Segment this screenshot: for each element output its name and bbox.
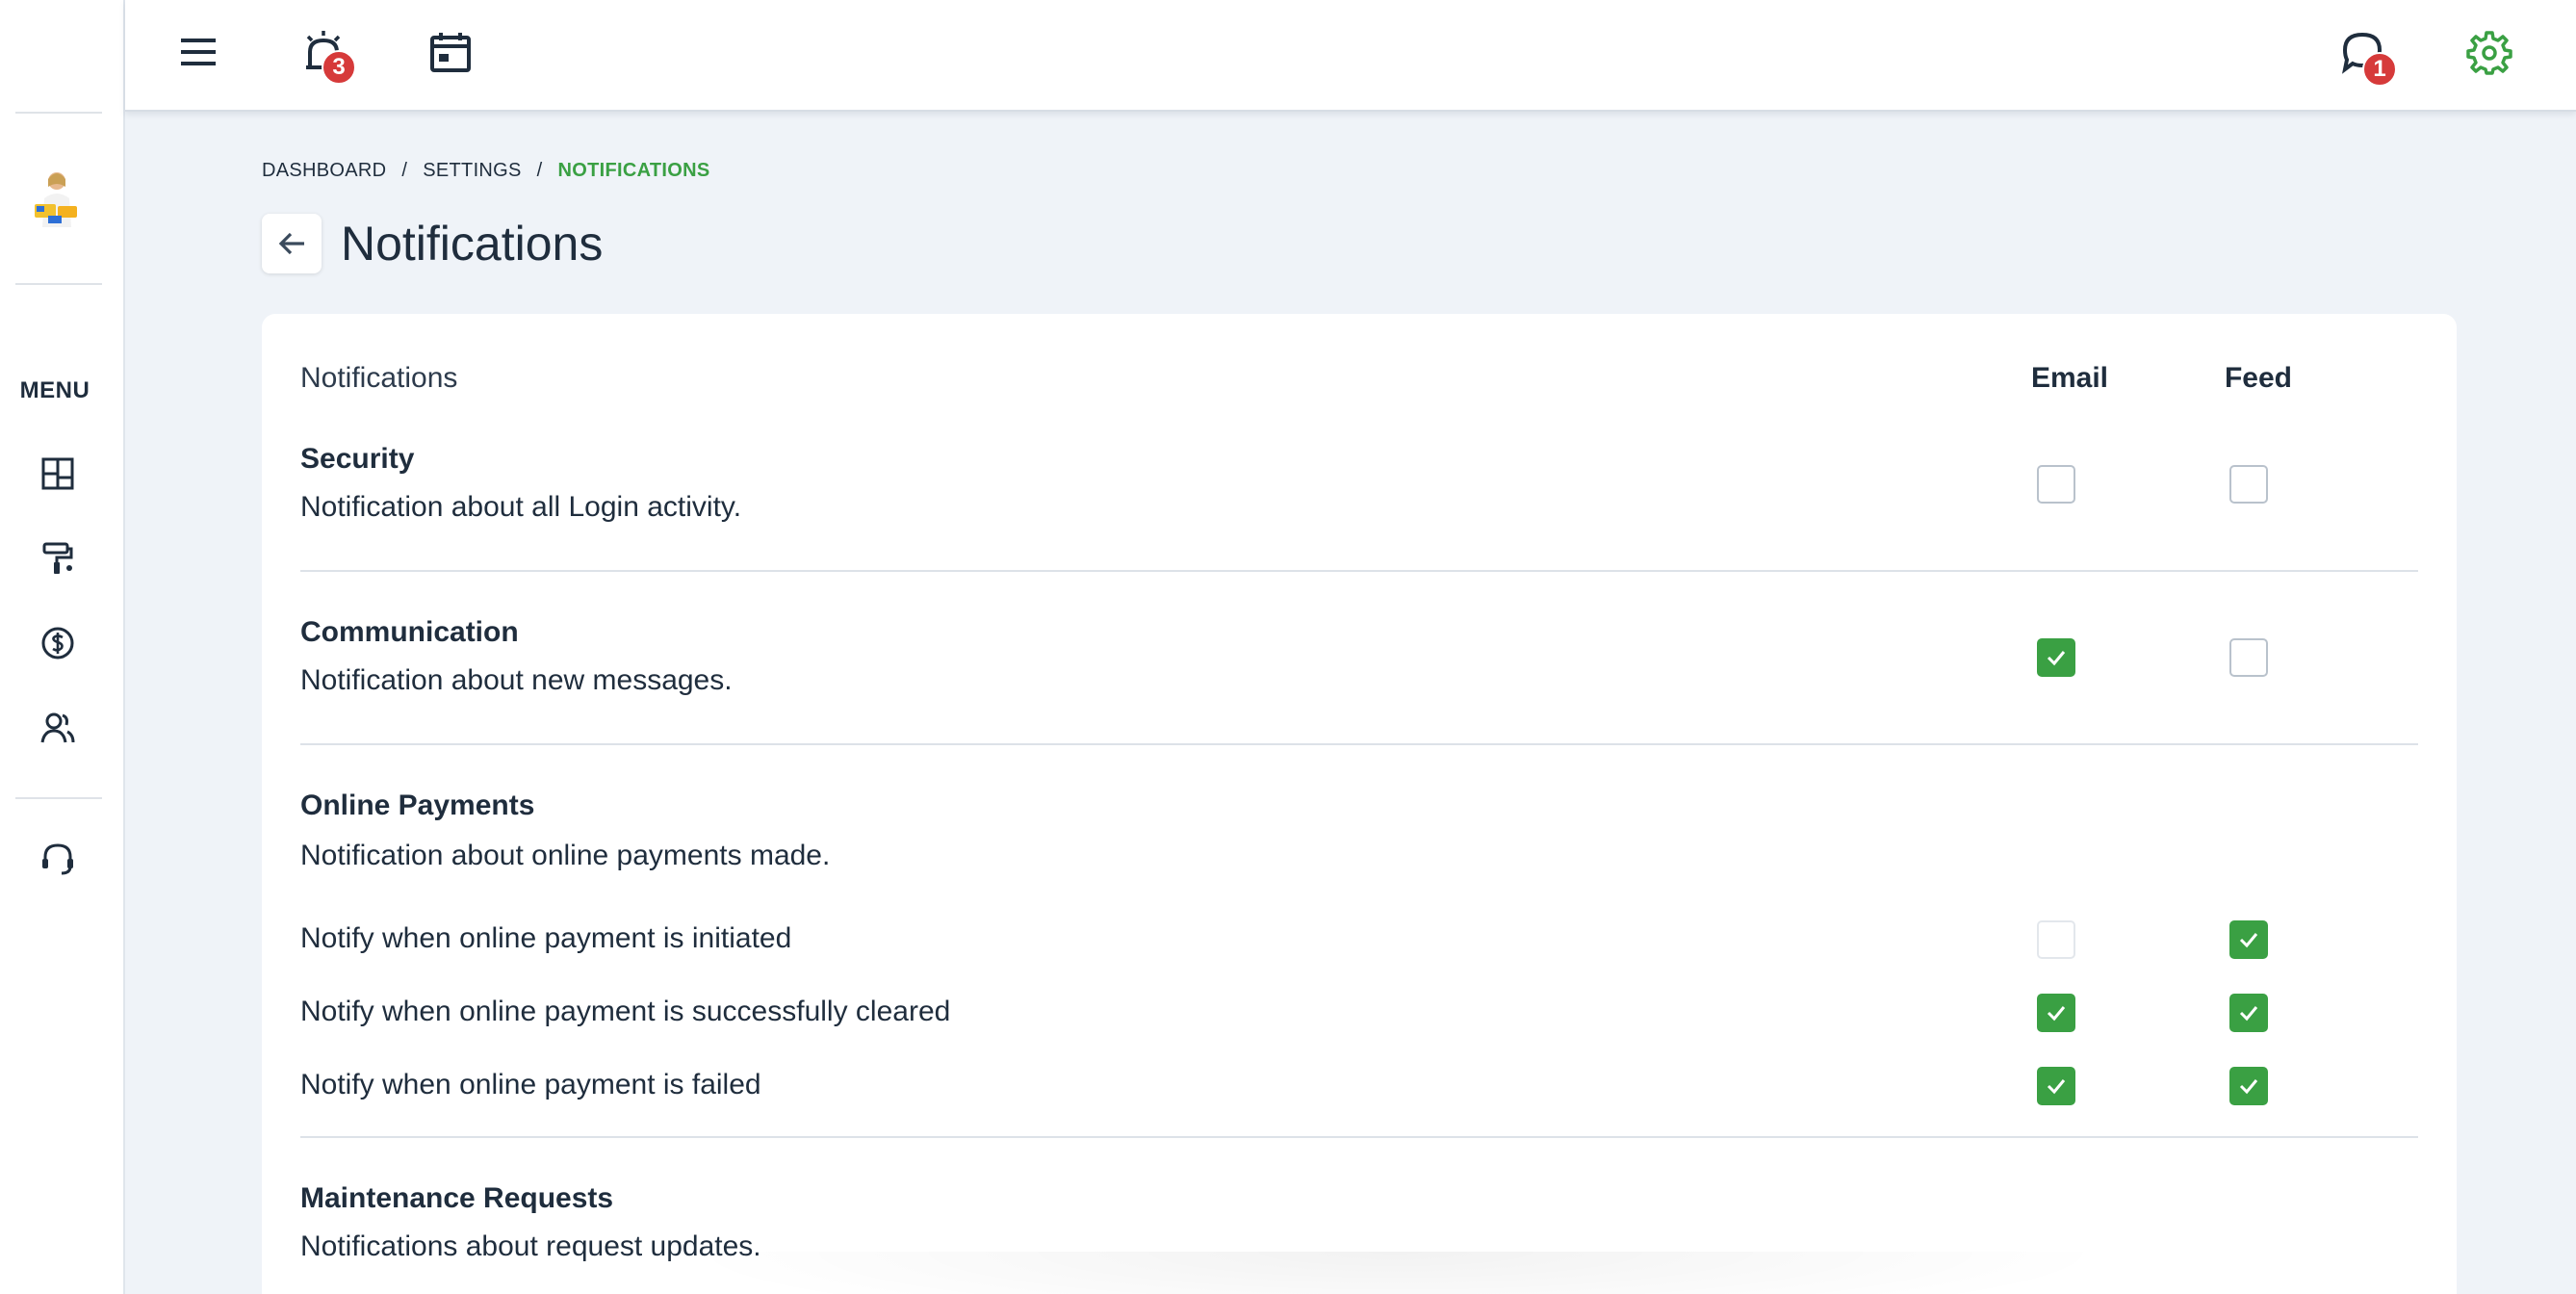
breadcrumb-separator: / <box>536 160 543 181</box>
check-icon <box>2047 651 2066 666</box>
breadcrumb-settings[interactable]: SETTINGS <box>423 160 521 182</box>
group-desc-security: Notification about all Login activity. <box>300 491 742 523</box>
sidebar-divider <box>15 797 102 799</box>
column-header-email: Email <box>2030 362 2109 394</box>
check-icon <box>2239 933 2258 948</box>
top-bar: 3 1 <box>125 0 2576 112</box>
page-title: Notifications <box>341 217 604 271</box>
dashboard-icon <box>41 457 74 490</box>
payment-initiated-email-checkbox[interactable] <box>2037 920 2075 959</box>
sidebar-item-paint[interactable] <box>37 537 79 580</box>
dollar-icon <box>41 627 74 660</box>
breadcrumb: DASHBOARD / SETTINGS / NOTIFICATIONS <box>262 160 710 182</box>
notifications-card: Notifications Email Feed Security Notifi… <box>262 314 2457 1294</box>
paint-roller-icon <box>42 542 73 574</box>
hamburger-icon <box>181 39 216 65</box>
communication-feed-checkbox[interactable] <box>2229 638 2268 677</box>
group-title-security: Security <box>300 443 415 475</box>
payment-failed-feed-checkbox[interactable] <box>2229 1067 2268 1105</box>
calendar-icon <box>430 33 471 72</box>
payment-cleared-label: Notify when online payment is successful… <box>300 996 951 1027</box>
security-feed-checkbox[interactable] <box>2229 465 2268 504</box>
group-desc-online-payments: Notification about online payments made. <box>300 840 831 871</box>
headset-icon <box>42 843 73 875</box>
sidebar-divider <box>15 112 102 114</box>
row-divider <box>300 743 2418 745</box>
calendar-button[interactable] <box>424 25 477 79</box>
column-header-notifications: Notifications <box>300 362 458 394</box>
group-title-maintenance-requests: Maintenance Requests <box>300 1182 614 1214</box>
sidebar-item-users[interactable] <box>37 707 79 749</box>
sidebar: MENU <box>0 0 125 1294</box>
communication-email-checkbox[interactable] <box>2037 638 2075 677</box>
back-button[interactable] <box>262 214 322 273</box>
arrow-left-icon <box>278 232 304 255</box>
sidebar-item-dashboard[interactable] <box>37 453 79 495</box>
column-header-feed: Feed <box>2224 362 2293 394</box>
row-divider <box>300 1136 2418 1138</box>
gear-icon <box>2466 31 2512 75</box>
check-icon <box>2047 1006 2066 1022</box>
check-icon <box>2239 1079 2258 1095</box>
row-divider <box>300 570 2418 572</box>
breadcrumb-notifications: NOTIFICATIONS <box>557 160 710 181</box>
alerts-count-badge: 3 <box>322 50 356 85</box>
avatar[interactable] <box>29 169 85 235</box>
payment-failed-label: Notify when online payment is failed <box>300 1069 761 1100</box>
menu-label: MENU <box>19 377 90 403</box>
security-email-checkbox[interactable] <box>2037 465 2075 504</box>
check-icon <box>2047 1079 2066 1095</box>
sidebar-item-support[interactable] <box>37 838 79 880</box>
group-title-online-payments: Online Payments <box>300 789 535 821</box>
settings-button[interactable] <box>2462 25 2516 79</box>
group-desc-communication: Notification about new messages. <box>300 664 733 696</box>
breadcrumb-separator: / <box>401 160 408 181</box>
payment-initiated-label: Notify when online payment is initiated <box>300 922 792 954</box>
messages-count-badge: 1 <box>2362 52 2397 87</box>
payment-failed-email-checkbox[interactable] <box>2037 1067 2075 1105</box>
group-desc-maintenance-requests: Notifications about request updates. <box>300 1230 761 1262</box>
breadcrumb-dashboard[interactable]: DASHBOARD <box>262 160 386 182</box>
group-title-communication: Communication <box>300 616 519 648</box>
messages-button[interactable]: 1 <box>2335 25 2397 87</box>
payment-initiated-feed-checkbox[interactable] <box>2229 920 2268 959</box>
alerts-button[interactable]: 3 <box>296 25 356 85</box>
sidebar-divider <box>15 283 102 285</box>
sidebar-item-payments[interactable] <box>37 622 79 664</box>
check-icon <box>2239 1006 2258 1022</box>
hamburger-menu-button[interactable] <box>171 25 225 79</box>
payment-cleared-email-checkbox[interactable] <box>2037 994 2075 1032</box>
users-icon <box>40 712 75 743</box>
title-row: Notifications <box>262 214 603 273</box>
payment-cleared-feed-checkbox[interactable] <box>2229 994 2268 1032</box>
